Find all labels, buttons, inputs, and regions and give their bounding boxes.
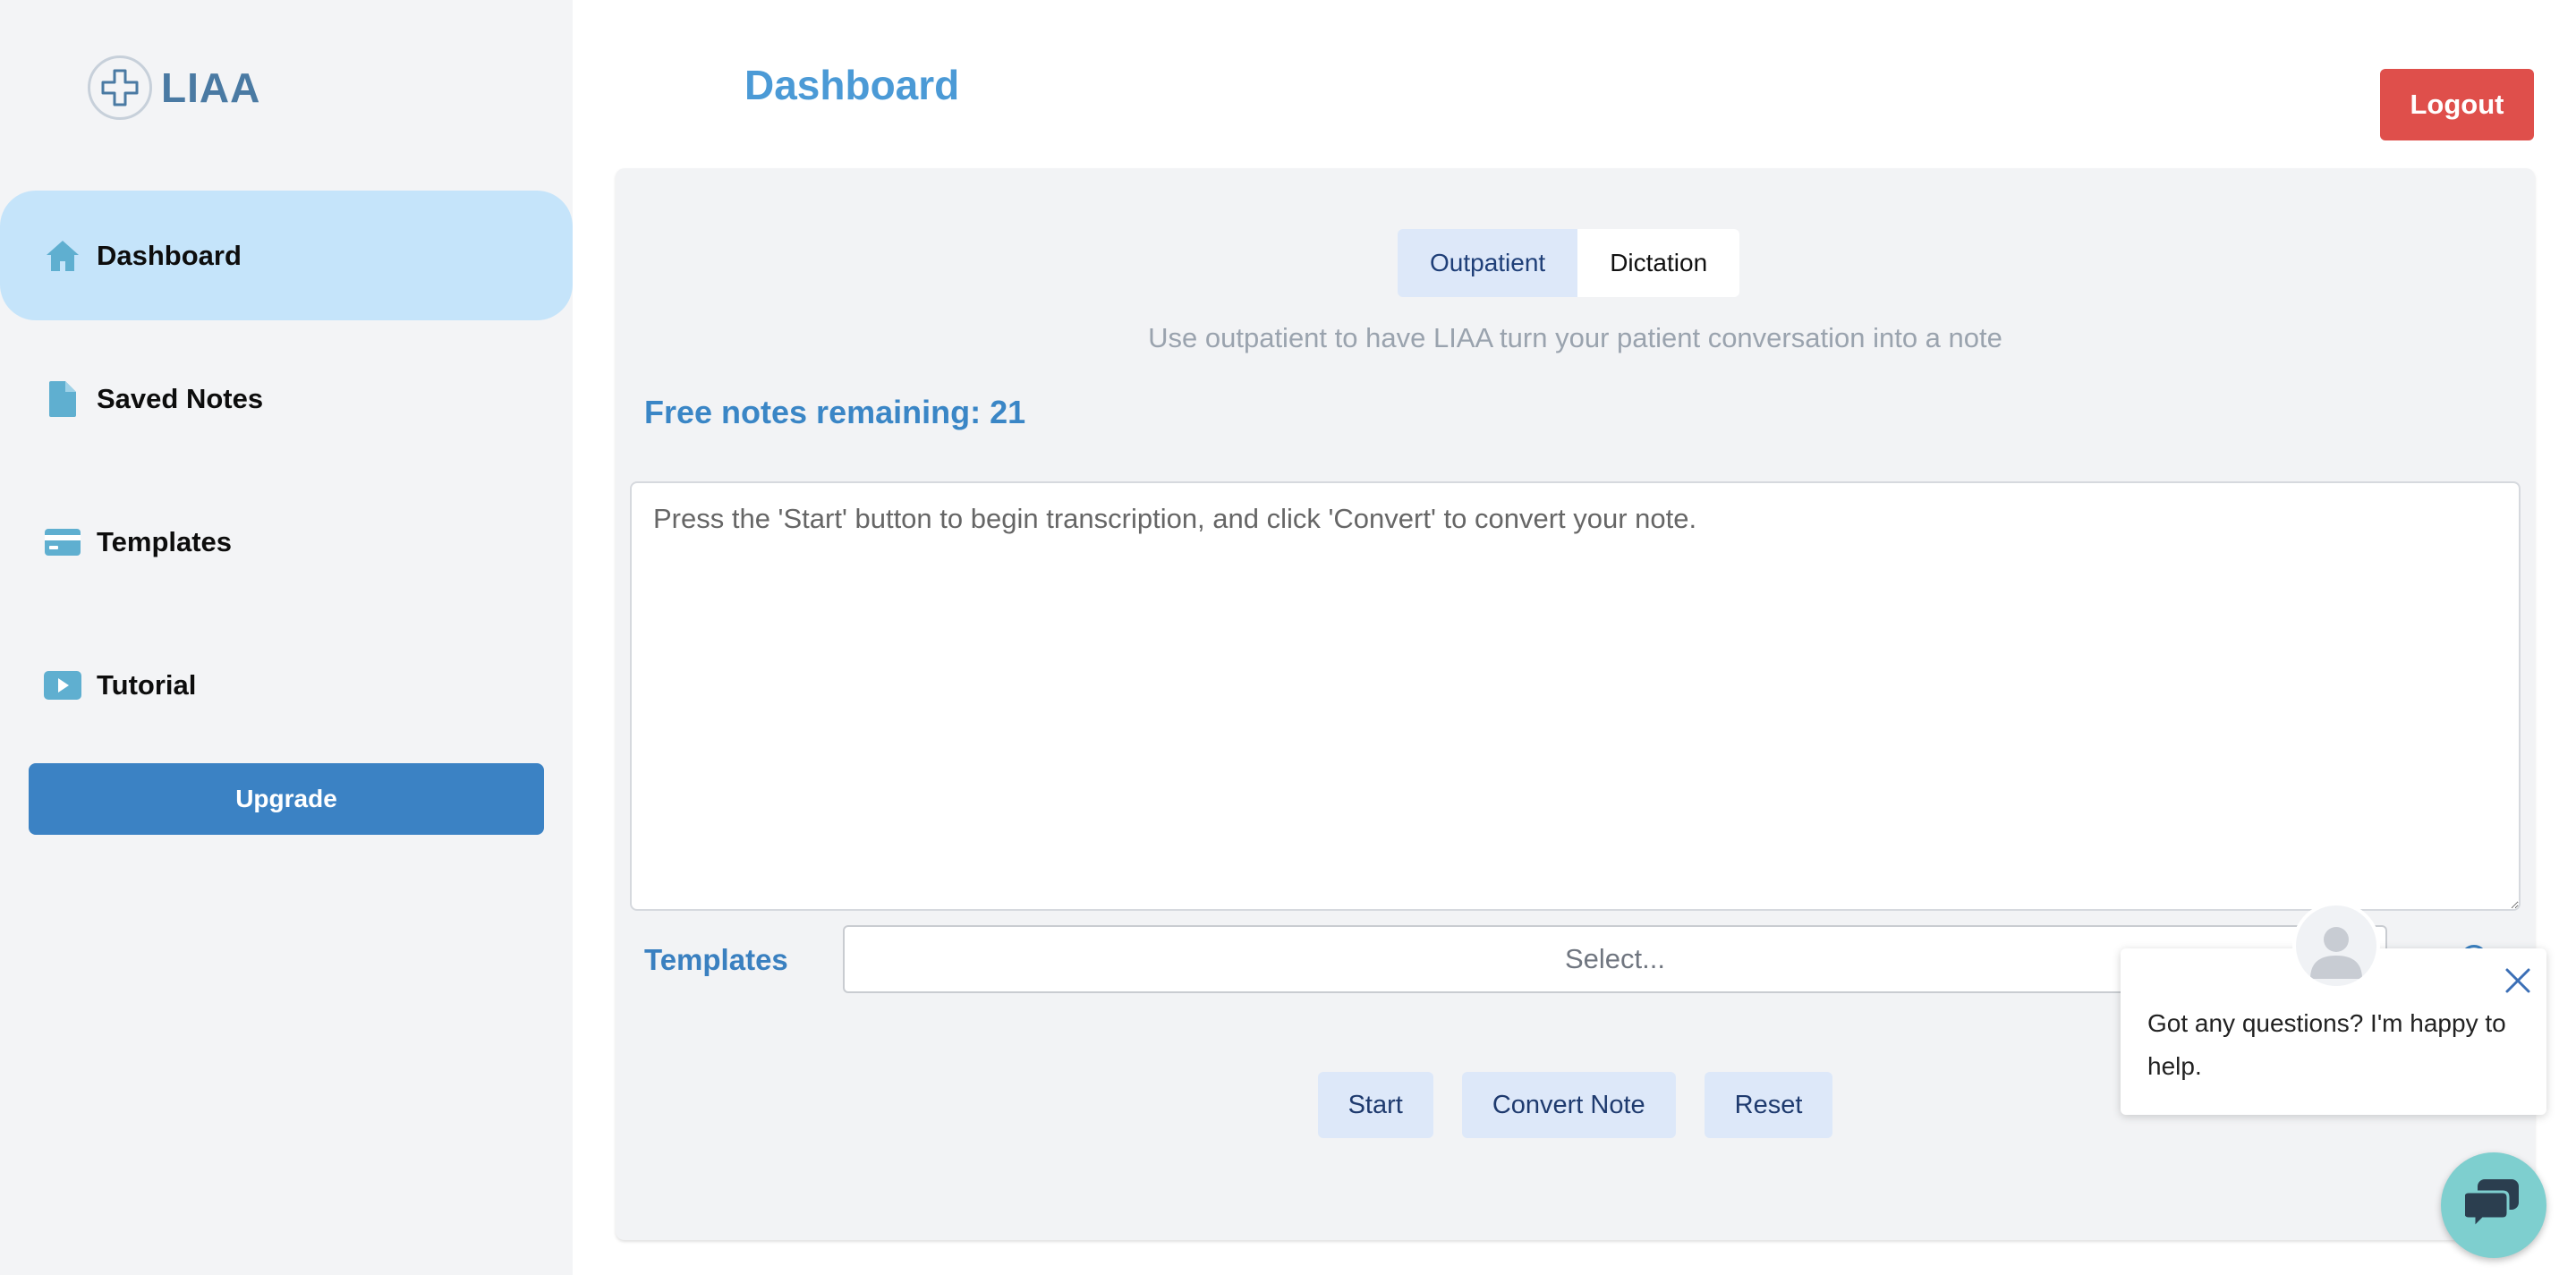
medical-cross-icon bbox=[88, 55, 152, 120]
sidebar-item-templates[interactable]: Templates bbox=[0, 477, 573, 607]
home-icon bbox=[43, 236, 82, 276]
mode-hint: Use outpatient to have LIAA turn your pa… bbox=[1148, 322, 2002, 353]
app-logo[interactable]: LIAA bbox=[88, 55, 260, 120]
close-icon[interactable] bbox=[2502, 965, 2534, 997]
note-textarea[interactable] bbox=[630, 481, 2521, 911]
logout-button[interactable]: Logout bbox=[2380, 69, 2534, 140]
upgrade-button[interactable]: Upgrade bbox=[29, 763, 544, 835]
chat-launcher-button[interactable] bbox=[2441, 1152, 2546, 1258]
sidebar-item-label: Dashboard bbox=[97, 239, 242, 271]
logo-text: LIAA bbox=[161, 64, 261, 111]
tab-outpatient[interactable]: Outpatient bbox=[1398, 229, 1578, 297]
start-button[interactable]: Start bbox=[1317, 1072, 1433, 1138]
play-icon bbox=[43, 666, 82, 705]
select-placeholder: Select... bbox=[1565, 943, 1665, 974]
templates-label: Templates bbox=[644, 943, 788, 976]
reset-button[interactable]: Reset bbox=[1704, 1072, 1833, 1138]
chat-bubble-icon bbox=[2461, 1177, 2522, 1234]
page-title: Dashboard bbox=[744, 62, 960, 108]
document-icon bbox=[43, 379, 82, 419]
chat-popup: Got any questions? I'm happy to help. bbox=[2121, 902, 2546, 1115]
sidebar-item-label: Tutorial bbox=[97, 668, 197, 701]
tab-dictation[interactable]: Dictation bbox=[1577, 229, 1740, 297]
convert-note-button[interactable]: Convert Note bbox=[1461, 1072, 1676, 1138]
sidebar: LIAA Dashboard Saved Notes Templates Tut… bbox=[0, 0, 573, 1275]
sidebar-item-saved-notes[interactable]: Saved Notes bbox=[0, 334, 573, 463]
card-icon bbox=[43, 523, 82, 562]
sidebar-item-dashboard[interactable]: Dashboard bbox=[0, 191, 573, 320]
mode-tabs: Outpatient Dictation bbox=[1398, 229, 1740, 297]
sidebar-item-label: Templates bbox=[97, 525, 233, 557]
chat-message: Got any questions? I'm happy to help. bbox=[2147, 1009, 2506, 1080]
free-notes-remaining: Free notes remaining: 21 bbox=[644, 394, 1026, 430]
sidebar-item-tutorial[interactable]: Tutorial bbox=[0, 620, 573, 750]
sidebar-item-label: Saved Notes bbox=[97, 382, 264, 414]
agent-avatar-icon bbox=[2292, 902, 2380, 990]
